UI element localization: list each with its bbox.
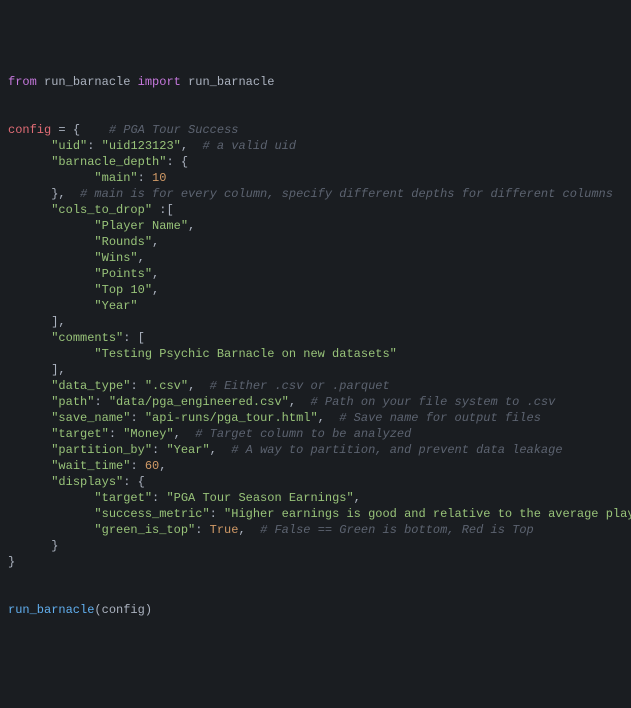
comment: # PGA Tour Success [109, 123, 239, 137]
dict-val: "Higher earnings is good and relative to… [224, 507, 631, 521]
dict-key: "uid" [51, 139, 87, 153]
keyword-import: import [138, 75, 181, 89]
import-name: run_barnacle [188, 75, 274, 89]
list-item: "Year" [94, 299, 137, 313]
dict-val: "Year" [166, 443, 209, 457]
dict-val: 10 [152, 171, 166, 185]
list-item: "Top 10" [94, 283, 152, 297]
list-item: "Wins" [94, 251, 137, 265]
dict-val: "Money" [123, 427, 173, 441]
var-config: config [8, 123, 51, 137]
dict-key: "success_metric" [94, 507, 209, 521]
call-fn: run_barnacle [8, 603, 94, 617]
comment: # Path on your file system to .csv [310, 395, 555, 409]
comment: # A way to partition, and prevent data l… [231, 443, 562, 457]
dict-val: ".csv" [145, 379, 188, 393]
dict-key: "barnacle_depth" [51, 155, 166, 169]
call-arg: config [102, 603, 145, 617]
comment: # Either .csv or .parquet [210, 379, 390, 393]
list-item: "Player Name" [94, 219, 188, 233]
comment: # Save name for output files [339, 411, 541, 425]
dict-val: "uid123123" [102, 139, 181, 153]
dict-key: "displays" [51, 475, 123, 489]
dict-key: "target" [94, 491, 152, 505]
dict-key: "cols_to_drop" [51, 203, 152, 217]
list-item: "Rounds" [94, 235, 152, 249]
dict-val: "data/pga_engineered.csv" [109, 395, 289, 409]
dict-key: "path" [51, 395, 94, 409]
dict-key: "green_is_top" [94, 523, 195, 537]
dict-key: "main" [94, 171, 137, 185]
dict-key: "data_type" [51, 379, 130, 393]
list-item: "Testing Psychic Barnacle on new dataset… [94, 347, 396, 361]
dict-val: "PGA Tour Season Earnings" [166, 491, 353, 505]
dict-key: "save_name" [51, 411, 130, 425]
dict-key: "comments" [51, 331, 123, 345]
dict-val: True [210, 523, 239, 537]
dict-val: "api-runs/pga_tour.html" [145, 411, 318, 425]
list-item: "Points" [94, 267, 152, 281]
code-block: from run_barnacle import run_barnacle co… [8, 74, 623, 618]
comment: # main is for every column, specify diff… [80, 187, 613, 201]
dict-key: "target" [51, 427, 109, 441]
module-name: run_barnacle [44, 75, 130, 89]
dict-val: 60 [145, 459, 159, 473]
comment: # False == Green is bottom, Red is Top [260, 523, 534, 537]
comment: # a valid uid [202, 139, 296, 153]
keyword-from: from [8, 75, 37, 89]
comment: # Target column to be analyzed [195, 427, 411, 441]
dict-key: "partition_by" [51, 443, 152, 457]
dict-key: "wait_time" [51, 459, 130, 473]
